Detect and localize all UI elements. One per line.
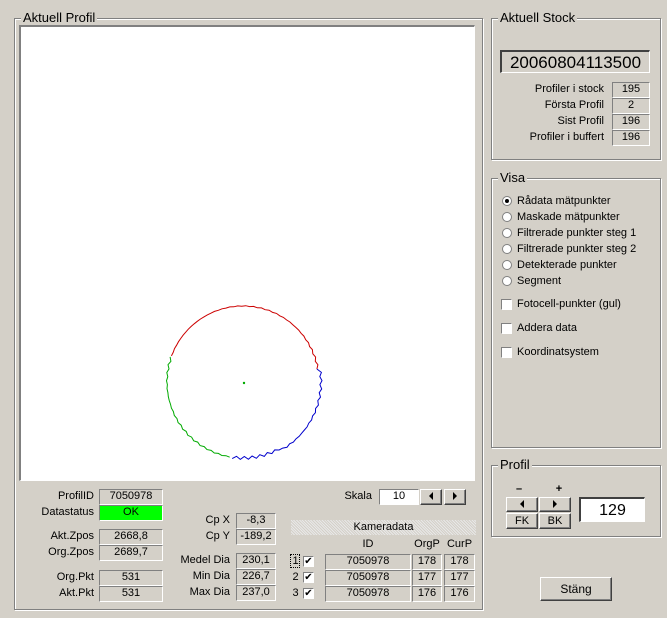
aktuell-profil-title: Aktuell Profil [21, 10, 98, 25]
stock-row-value: 196 [612, 130, 650, 146]
arrow-left-icon [429, 492, 433, 500]
org-zpos-value: 2689,7 [99, 545, 163, 561]
kamera-col-curp: CurP [446, 538, 473, 550]
profile-circle-segment [170, 305, 319, 370]
profile-plot [19, 25, 475, 481]
visa-checkbox[interactable] [501, 323, 512, 334]
kamera-row-orgp: 178 [412, 554, 442, 570]
stock-id-value: 20060804113500 [500, 50, 650, 73]
visa-checkbox-label[interactable]: Addera data [517, 322, 577, 335]
profil-title: Profil [498, 457, 532, 472]
visa-checkbox[interactable] [501, 347, 512, 358]
arrow-left-icon [520, 500, 524, 508]
stock-row-label: Sist Profil [557, 115, 604, 127]
profile-circle-segment [165, 356, 230, 458]
cpy-label: Cp Y [205, 530, 230, 542]
visa-radio-label[interactable]: Rådata mätpunkter [517, 195, 611, 208]
org-zpos-label: Org.Zpos [48, 546, 94, 558]
stock-row-label: Profiler i buffert [529, 131, 604, 143]
visa-radio-button[interactable] [502, 228, 512, 238]
visa-radio-button[interactable] [502, 244, 512, 254]
datastatus-value: OK [99, 505, 163, 521]
org-pkt-value: 531 [99, 570, 163, 586]
visa-checkbox-label[interactable]: Fotocell-punkter (gul) [517, 298, 621, 311]
skala-increase-button[interactable] [444, 489, 466, 505]
arrow-right-icon [453, 492, 457, 500]
skala-input[interactable]: 10 [379, 489, 419, 505]
visa-radio-label[interactable]: Maskade mätpunkter [517, 211, 620, 224]
visa-radio-button[interactable] [502, 276, 512, 286]
kamera-row-id: 7050978 [325, 586, 411, 602]
stock-row-value: 2 [612, 98, 650, 114]
profil-id-value: 7050978 [99, 489, 163, 505]
profil-next-button[interactable] [539, 497, 571, 512]
fk-button[interactable]: FK [506, 513, 538, 529]
profil-id-label: ProfilID [57, 490, 94, 502]
stock-row-value: 196 [612, 114, 650, 130]
profil-minus-label: – [515, 483, 523, 495]
kamera-col-id: ID [362, 538, 374, 550]
visa-title: Visa [498, 170, 528, 185]
visa-checkbox[interactable] [501, 299, 512, 310]
kamera-row-focus [290, 554, 300, 568]
kamera-row-checkbox[interactable]: ✔ [303, 556, 314, 567]
kamera-row-checkbox[interactable]: ✔ [303, 588, 314, 599]
akt-pkt-value: 531 [99, 586, 163, 602]
max-dia-label: Max Dia [189, 586, 230, 598]
visa-radio-button[interactable] [502, 260, 512, 270]
kamera-row-curp: 176 [444, 586, 475, 602]
stock-row-label: Profiler i stock [534, 83, 604, 95]
stock-row-value: 195 [612, 82, 650, 98]
visa-radio-label[interactable]: Filtrerade punkter steg 1 [517, 227, 636, 240]
medel-dia-value: 230,1 [236, 553, 276, 569]
kameradata-header: Kameradata [291, 520, 476, 535]
visa-radio-button[interactable] [502, 212, 512, 222]
aktuell-stock-title: Aktuell Stock [498, 10, 578, 25]
visa-radio-button[interactable] [502, 196, 512, 206]
skala-decrease-button[interactable] [420, 489, 442, 505]
bk-button[interactable]: BK [539, 513, 571, 529]
kamera-row-id: 7050978 [325, 570, 411, 586]
kamera-col-orgp: OrgP [414, 538, 440, 550]
profil-plus-label: + [555, 483, 563, 495]
kamera-row-curp: 178 [444, 554, 475, 570]
kamera-row-number: 2 [292, 571, 299, 583]
visa-radio-label[interactable]: Detekterade punkter [517, 259, 617, 272]
max-dia-value: 237,0 [236, 585, 276, 601]
min-dia-value: 226,7 [236, 569, 276, 585]
skala-label: Skala [344, 490, 372, 502]
kamera-row-orgp: 177 [412, 570, 442, 586]
arrow-right-icon [553, 500, 557, 508]
akt-zpos-label: Akt.Zpos [50, 530, 94, 542]
profil-prev-button[interactable] [506, 497, 538, 512]
org-pkt-label: Org.Pkt [56, 571, 94, 583]
cpx-label: Cp X [205, 514, 230, 526]
kamera-row-checkbox[interactable]: ✔ [303, 572, 314, 583]
kamera-row-id: 7050978 [325, 554, 411, 570]
profile-center-point [242, 381, 246, 385]
profile-circle-segment [231, 368, 323, 461]
cpy-value: -189,2 [236, 529, 276, 545]
visa-checkbox-label[interactable]: Koordinatsystem [517, 346, 599, 359]
kamera-row-number: 3 [292, 587, 299, 599]
akt-pkt-label: Akt.Pkt [59, 587, 94, 599]
datastatus-label: Datastatus [41, 506, 94, 518]
kamera-row-orgp: 176 [412, 586, 442, 602]
stang-button[interactable]: Stäng [540, 577, 612, 601]
visa-radio-label[interactable]: Filtrerade punkter steg 2 [517, 243, 636, 256]
stock-row-label: Första Profil [544, 99, 604, 111]
profile-plot-svg [165, 305, 323, 461]
akt-zpos-value: 2668,8 [99, 529, 163, 545]
visa-radio-label[interactable]: Segment [517, 275, 561, 288]
min-dia-label: Min Dia [192, 570, 230, 582]
cpx-value: -8,3 [236, 513, 276, 529]
kameradata-title: Kameradata [353, 521, 414, 533]
profil-number-input[interactable]: 129 [579, 497, 645, 522]
kamera-row-curp: 177 [444, 570, 475, 586]
medel-dia-label: Medel Dia [180, 554, 230, 566]
